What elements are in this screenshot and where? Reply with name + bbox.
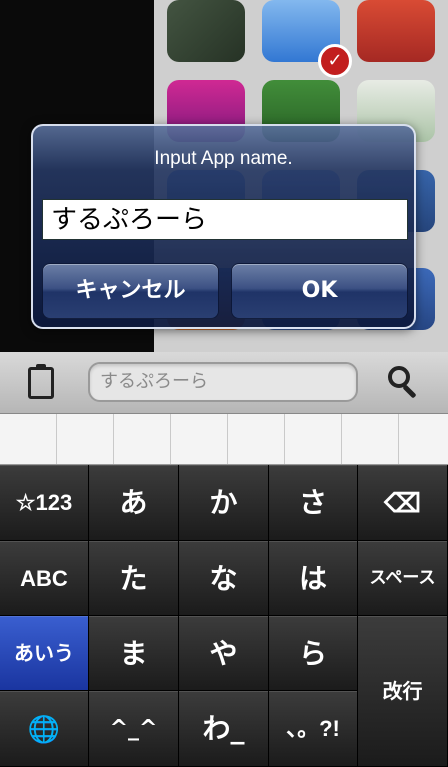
keyboard: ☆123 あ か さ ⌫ ABC た な は スペース あいう ま や ら 改行… (0, 465, 448, 767)
delete-icon[interactable]: ⌫ (358, 465, 448, 541)
key-ra[interactable]: ら (269, 616, 358, 691)
enter-key[interactable]: 改行 (358, 616, 448, 767)
key-a[interactable]: あ (89, 465, 179, 541)
globe-icon[interactable]: 🌐 (0, 691, 89, 767)
checkmark-badge-icon: ✓ (318, 44, 352, 78)
key-sa[interactable]: さ (269, 465, 358, 541)
toolbar: するぷろーら (0, 352, 448, 414)
candidate-cell[interactable] (0, 414, 57, 464)
candidate-cell[interactable] (285, 414, 342, 464)
candidate-cell[interactable] (399, 414, 448, 464)
candidate-cell[interactable] (342, 414, 399, 464)
space-key[interactable]: スペース (358, 541, 448, 616)
key-ha[interactable]: は (269, 541, 358, 616)
key-punctuation[interactable]: 、。?! (269, 691, 358, 767)
key-ka[interactable]: か (179, 465, 269, 541)
alphabet-key[interactable]: ABC (0, 541, 89, 616)
key-ya[interactable]: や (179, 616, 269, 691)
key-ta[interactable]: た (89, 541, 179, 616)
input-dialog: Input App name. するぷろーら キャンセル OK (31, 124, 416, 329)
candidate-cell[interactable] (57, 414, 114, 464)
key-wa[interactable]: わ_ (179, 691, 269, 767)
hiragana-key[interactable]: あいう (0, 616, 89, 691)
candidate-cell[interactable] (228, 414, 285, 464)
search-icon[interactable] (388, 366, 420, 400)
app-icon-photo (167, 0, 245, 62)
numbers-key[interactable]: ☆123 (0, 465, 89, 541)
key-emoticon[interactable]: ^_^ (89, 691, 179, 767)
key-ma[interactable]: ま (89, 616, 179, 691)
clipboard-icon[interactable] (28, 364, 54, 399)
app-icon-transit (357, 0, 435, 62)
candidate-cell[interactable] (114, 414, 171, 464)
candidate-bar (0, 414, 448, 465)
search-input[interactable]: するぷろーら (88, 362, 358, 402)
dialog-title: Input App name. (154, 148, 293, 169)
key-na[interactable]: な (179, 541, 269, 616)
ok-button[interactable]: OK (231, 263, 408, 319)
candidate-cell[interactable] (171, 414, 228, 464)
cancel-button[interactable]: キャンセル (42, 263, 219, 319)
app-name-input[interactable]: するぷろーら (42, 199, 408, 240)
